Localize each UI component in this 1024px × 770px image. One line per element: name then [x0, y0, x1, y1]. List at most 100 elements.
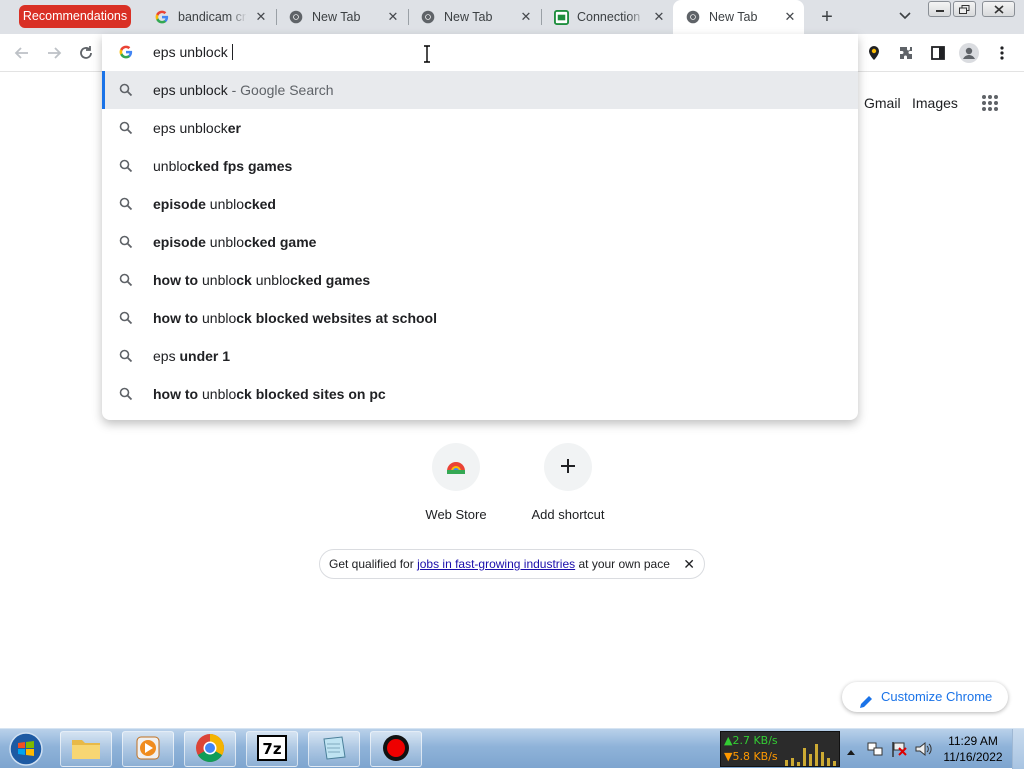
- taskbar-chrome[interactable]: [184, 731, 236, 767]
- tab-title: bandicam crack: [178, 10, 247, 24]
- close-icon[interactable]: ✕: [651, 9, 667, 25]
- close-icon[interactable]: ✕: [782, 9, 798, 25]
- web-store-label: Web Store: [425, 507, 487, 522]
- location-pin-icon[interactable]: [863, 42, 885, 64]
- chrome-icon: [288, 9, 304, 25]
- forward-arrow-icon[interactable]: [43, 42, 65, 64]
- tray-expand-icon[interactable]: [846, 744, 856, 759]
- add-shortcut-button[interactable]: [544, 443, 592, 491]
- search-icon: [119, 197, 133, 211]
- taskbar-7zip[interactable]: 7z: [246, 731, 298, 767]
- clock-date[interactable]: 11/16/2022: [940, 750, 1006, 764]
- clock-time[interactable]: 11:29 AM: [940, 734, 1006, 748]
- close-icon[interactable]: ✕: [683, 550, 695, 578]
- images-link[interactable]: Images: [912, 95, 958, 111]
- suggestion-text-part: unblo: [205, 196, 245, 212]
- google-icon: [154, 9, 170, 25]
- gmail-link[interactable]: Gmail: [864, 95, 901, 111]
- close-icon[interactable]: ✕: [253, 9, 269, 25]
- tab-title: New Tab: [312, 10, 361, 24]
- search-icon: [119, 235, 133, 249]
- suggestion-text-part: under 1: [179, 348, 231, 364]
- tab-connection[interactable]: Connection ... ✕: [541, 0, 673, 34]
- customize-chrome-button[interactable]: Customize Chrome: [842, 682, 1008, 712]
- promo-suffix: at your own pace: [575, 557, 670, 571]
- download-speed: ▼5.8 KB/s: [724, 750, 778, 763]
- suggestion-text-part: er: [227, 120, 241, 136]
- address-bar[interactable]: eps unblock: [102, 34, 858, 71]
- suggestion-text-part: unblo: [198, 272, 237, 288]
- new-tab-button[interactable]: +: [815, 6, 839, 28]
- search-icon: [119, 83, 133, 97]
- suggestion-text-part: ck blocked sites on pc: [236, 386, 386, 402]
- taskbar-notepad[interactable]: [308, 731, 360, 767]
- close-icon[interactable]: ✕: [385, 9, 401, 25]
- suggestion-item[interactable]: eps unblocker: [102, 109, 858, 147]
- taskbar-media-player[interactable]: [122, 731, 174, 767]
- google-apps-grid-icon[interactable]: [981, 94, 999, 112]
- suggestion-text: how to unblock unblocked games: [153, 272, 370, 288]
- tab-title: Connection ...: [577, 10, 645, 24]
- tab-new-tab-1[interactable]: New Tab ✕: [276, 0, 407, 34]
- search-icon: [119, 349, 133, 363]
- text-caret: [231, 44, 233, 60]
- restore-button[interactable]: [953, 1, 976, 17]
- suggestion-text-part: eps unblock: [153, 120, 228, 136]
- tab-title: New Tab: [709, 10, 758, 24]
- tab-new-tab-2[interactable]: New Tab ✕: [408, 0, 540, 34]
- taskbar-explorer[interactable]: [60, 731, 112, 767]
- suggestion-text-part: unblo: [251, 272, 290, 288]
- volume-icon[interactable]: [914, 740, 932, 761]
- menu-kebab-icon[interactable]: [991, 42, 1013, 64]
- suggestion-text-part: unblo: [153, 158, 188, 174]
- pencil-icon: [859, 690, 873, 720]
- chrome-icon: [685, 9, 701, 25]
- search-icon: [119, 121, 133, 135]
- close-window-button[interactable]: [982, 1, 1015, 17]
- network-meter: ▲2.7 KB/s ▼5.8 KB/s: [720, 731, 840, 767]
- minimize-button[interactable]: [928, 1, 951, 17]
- start-button[interactable]: [5, 731, 47, 767]
- suggestion-text-part: ck: [236, 272, 252, 288]
- tab-group-chip[interactable]: Recommendations: [19, 5, 131, 28]
- add-shortcut-label: Add shortcut: [531, 507, 605, 522]
- text-cursor-icon: [424, 45, 430, 63]
- suggestion-item[interactable]: episode unblocked game: [102, 223, 858, 261]
- suggestion-text: eps unblock - Google Search: [153, 82, 334, 98]
- taskbar-bandicam[interactable]: [370, 731, 422, 767]
- promo-link[interactable]: jobs in fast-growing industries: [417, 557, 575, 571]
- plus-icon: [560, 458, 576, 477]
- tab-bandicam[interactable]: bandicam crack ✕: [142, 0, 275, 34]
- omnibox-input[interactable]: eps unblock: [153, 44, 233, 60]
- extensions-puzzle-icon[interactable]: [895, 42, 917, 64]
- reload-icon[interactable]: [75, 42, 97, 64]
- svg-text:7z: 7z: [262, 740, 281, 758]
- suggestion-item[interactable]: episode unblocked: [102, 185, 858, 223]
- suggestion-text: how to unblock blocked websites at schoo…: [153, 310, 437, 326]
- suggestion-item[interactable]: unblocked fps games: [102, 147, 858, 185]
- tab-search-chevron-icon[interactable]: [895, 8, 915, 26]
- action-center-flag-icon[interactable]: [890, 740, 908, 761]
- promo-banner: Get qualified for jobs in fast-growing i…: [319, 549, 705, 579]
- profile-avatar-icon[interactable]: [958, 42, 980, 64]
- tab-new-tab-active[interactable]: New Tab ✕: [673, 0, 804, 34]
- web-store-shortcut[interactable]: [432, 443, 480, 491]
- show-desktop-button[interactable]: [1012, 729, 1024, 769]
- close-icon[interactable]: ✕: [518, 9, 534, 25]
- windows-taskbar: 7z ▲2.7 KB/s ▼5.8 KB/s 11:29 AM 11/16/20…: [0, 728, 1024, 769]
- suggestion-item[interactable]: eps unblock - Google Search: [102, 71, 858, 109]
- suggestion-text-part: episode: [153, 196, 206, 212]
- suggestion-item[interactable]: how to unblock unblocked games: [102, 261, 858, 299]
- search-icon: [119, 273, 133, 287]
- suggestion-text: eps under 1: [153, 348, 230, 364]
- suggestion-item[interactable]: eps under 1: [102, 337, 858, 375]
- back-arrow-icon[interactable]: [11, 42, 33, 64]
- explorer-icon: [71, 736, 101, 763]
- connection-icon: [553, 9, 569, 25]
- suggestion-text-part: - Google Search: [227, 82, 334, 98]
- notepad-icon: [320, 735, 348, 764]
- suggestion-item[interactable]: how to unblock blocked sites on pc: [102, 375, 858, 413]
- network-tray-icon[interactable]: [866, 740, 884, 761]
- side-panel-icon[interactable]: [927, 42, 949, 64]
- suggestion-item[interactable]: how to unblock blocked websites at schoo…: [102, 299, 858, 337]
